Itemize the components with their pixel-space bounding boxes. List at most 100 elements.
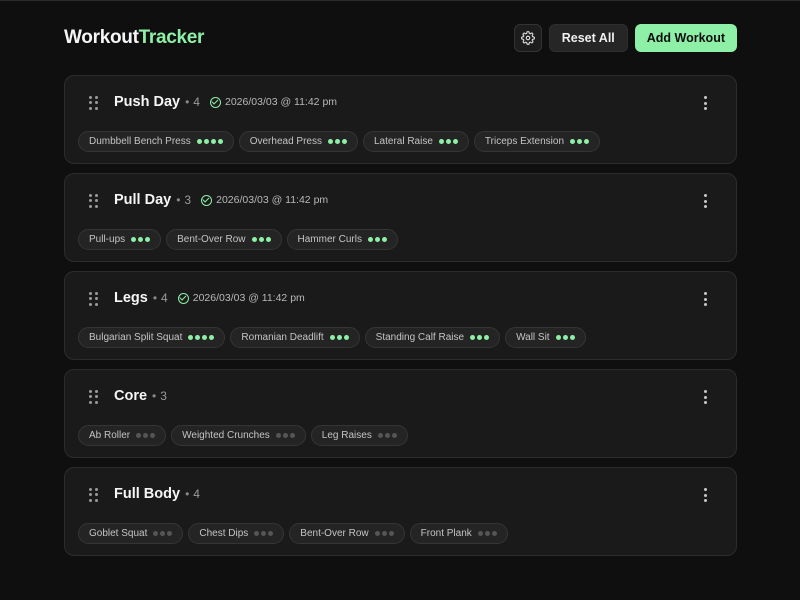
exercise-chip[interactable]: Lateral Raise: [362, 131, 469, 152]
settings-button[interactable]: [513, 24, 542, 52]
workout-card[interactable]: Push Day • 4 2026/03/03 @ 11:42 pm Dumbbell …: [64, 75, 737, 164]
set-dot[interactable]: [202, 335, 208, 340]
set-dot[interactable]: [555, 335, 561, 340]
set-dot[interactable]: [377, 433, 383, 438]
set-dot[interactable]: [138, 237, 144, 242]
set-dot[interactable]: [217, 139, 223, 144]
set-dot[interactable]: [251, 237, 257, 242]
set-dot[interactable]: [336, 335, 342, 340]
set-dot[interactable]: [484, 531, 490, 536]
exercise-chip[interactable]: Chest Dips: [188, 523, 285, 544]
set-dot[interactable]: [268, 531, 274, 536]
exercise-chip[interactable]: Weighted Crunches: [171, 425, 306, 446]
workout-name[interactable]: Core: [114, 388, 147, 404]
workout-name[interactable]: Full Body: [114, 486, 180, 502]
grip-dot: [89, 194, 92, 197]
drag-handle-icon[interactable]: [89, 96, 98, 110]
set-dot[interactable]: [258, 237, 264, 242]
set-dot[interactable]: [381, 531, 387, 536]
more-options-icon[interactable]: [703, 390, 707, 404]
exercise-chip[interactable]: Ab Roller: [78, 425, 167, 446]
set-dot[interactable]: [329, 335, 335, 340]
exercise-chip[interactable]: Wall Sit: [505, 327, 586, 348]
set-dot[interactable]: [445, 139, 451, 144]
set-dot[interactable]: [570, 139, 576, 144]
exercise-chip[interactable]: Standing Calf Raise: [364, 327, 501, 348]
set-dot[interactable]: [203, 139, 209, 144]
exercise-chip[interactable]: Overhead Press: [238, 131, 358, 152]
set-dot[interactable]: [327, 139, 333, 144]
set-dot[interactable]: [150, 433, 156, 438]
set-dot[interactable]: [484, 335, 490, 340]
set-dot[interactable]: [391, 433, 397, 438]
set-dot[interactable]: [452, 139, 458, 144]
set-dot[interactable]: [491, 531, 497, 536]
workout-name[interactable]: Pull Day: [114, 192, 171, 208]
set-dot[interactable]: [265, 237, 271, 242]
workout-card[interactable]: Full Body • 4 Goblet Squat Chest Dips Bent-Ov…: [64, 467, 737, 556]
set-dot[interactable]: [131, 237, 137, 242]
set-dot[interactable]: [167, 531, 173, 536]
set-dot[interactable]: [384, 433, 390, 438]
set-dot[interactable]: [584, 139, 590, 144]
set-dot[interactable]: [143, 433, 149, 438]
set-dot[interactable]: [282, 433, 288, 438]
set-dot[interactable]: [562, 335, 568, 340]
more-options-icon[interactable]: [703, 292, 707, 306]
set-dot[interactable]: [577, 139, 583, 144]
set-dot[interactable]: [145, 237, 151, 242]
set-dot[interactable]: [196, 139, 202, 144]
workout-card[interactable]: Core • 3 Ab Roller Weighted Crunches Leg Rais…: [64, 369, 737, 458]
set-dot[interactable]: [210, 139, 216, 144]
more-options-icon[interactable]: [703, 96, 707, 110]
exercise-chip[interactable]: Front Plank: [409, 523, 508, 544]
set-dot[interactable]: [160, 531, 166, 536]
set-dot[interactable]: [388, 531, 394, 536]
exercise-chip[interactable]: Bulgarian Split Squat: [78, 327, 226, 348]
reset-all-button[interactable]: Reset All: [548, 24, 628, 52]
drag-handle-icon[interactable]: [89, 390, 98, 404]
set-dot[interactable]: [477, 531, 483, 536]
set-dot[interactable]: [261, 531, 267, 536]
exercise-chip[interactable]: Bent-Over Row: [289, 523, 405, 544]
set-dot[interactable]: [381, 237, 387, 242]
workout-card[interactable]: Pull Day • 3 2026/03/03 @ 11:42 pm Pull-ups B…: [64, 173, 737, 262]
set-dot[interactable]: [136, 433, 142, 438]
set-dot[interactable]: [374, 237, 380, 242]
more-options-icon[interactable]: [703, 194, 707, 208]
add-workout-button[interactable]: Add Workout: [634, 24, 737, 52]
exercise-chip[interactable]: Hammer Curls: [286, 229, 398, 250]
set-dot[interactable]: [275, 433, 281, 438]
set-dot[interactable]: [374, 531, 380, 536]
set-dot[interactable]: [341, 139, 347, 144]
exercise-chip[interactable]: Dumbbell Bench Press: [78, 131, 234, 152]
workout-card[interactable]: Legs • 4 2026/03/03 @ 11:42 pm Bulgarian Spl…: [64, 271, 737, 360]
drag-handle-icon[interactable]: [89, 488, 98, 502]
more-options-icon[interactable]: [703, 488, 707, 502]
exercise-chip[interactable]: Pull-ups: [78, 229, 162, 250]
exercise-chip[interactable]: Bent-Over Row: [166, 229, 282, 250]
set-dot[interactable]: [209, 335, 215, 340]
exercise-chip[interactable]: Triceps Extension: [473, 131, 601, 152]
set-dot[interactable]: [195, 335, 201, 340]
workout-header: Pull Day • 3 2026/03/03 @ 11:42 pm: [114, 192, 328, 208]
set-dot[interactable]: [477, 335, 483, 340]
exercise-chip[interactable]: Goblet Squat: [78, 523, 184, 544]
set-dot[interactable]: [334, 139, 340, 144]
exercise-chip[interactable]: Romanian Deadlift: [230, 327, 360, 348]
set-dot[interactable]: [289, 433, 295, 438]
set-dot[interactable]: [188, 335, 194, 340]
drag-handle-icon[interactable]: [89, 292, 98, 306]
set-dot[interactable]: [254, 531, 260, 536]
set-dot[interactable]: [569, 335, 575, 340]
set-dot[interactable]: [367, 237, 373, 242]
set-dot[interactable]: [343, 335, 349, 340]
exercise-chip[interactable]: Leg Raises: [310, 425, 408, 446]
set-dot[interactable]: [438, 139, 444, 144]
workout-name[interactable]: Legs: [114, 290, 148, 306]
set-dot[interactable]: [153, 531, 159, 536]
set-dot[interactable]: [470, 335, 476, 340]
workout-name[interactable]: Push Day: [114, 94, 180, 110]
exercise-name: Goblet Squat: [89, 528, 148, 539]
drag-handle-icon[interactable]: [89, 194, 98, 208]
